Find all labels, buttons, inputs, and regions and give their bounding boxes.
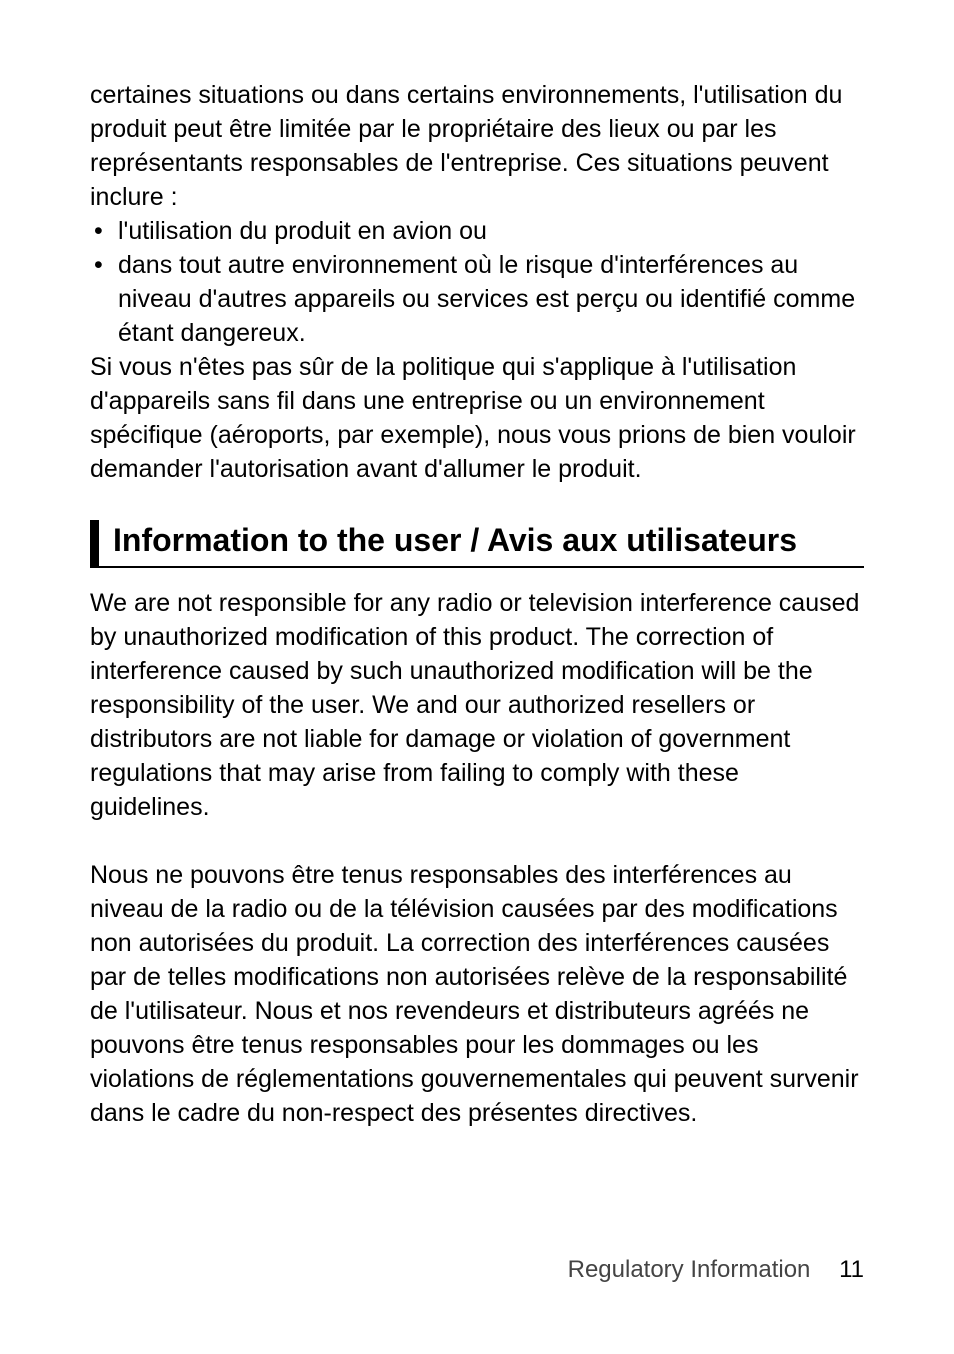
paragraph-english: We are not responsible for any radio or … xyxy=(90,586,864,824)
bullet-list: l'utilisation du produit en avion ou dan… xyxy=(90,214,864,350)
after-bullets-paragraph: Si vous n'êtes pas sûr de la politique q… xyxy=(90,350,864,486)
list-item: l'utilisation du produit en avion ou xyxy=(90,214,864,248)
page-number: 11 xyxy=(839,1256,864,1283)
page-footer: Regulatory Information 11 xyxy=(568,1256,864,1284)
section-heading: Information to the user / Avis aux utili… xyxy=(90,520,864,568)
paragraph-french: Nous ne pouvons être tenus responsables … xyxy=(90,858,864,1130)
list-item: dans tout autre environnement où le risq… xyxy=(90,248,864,350)
footer-label: Regulatory Information xyxy=(568,1256,811,1283)
intro-paragraph: certaines situations ou dans certains en… xyxy=(90,78,864,214)
page-content: certaines situations ou dans certains en… xyxy=(90,78,864,1130)
